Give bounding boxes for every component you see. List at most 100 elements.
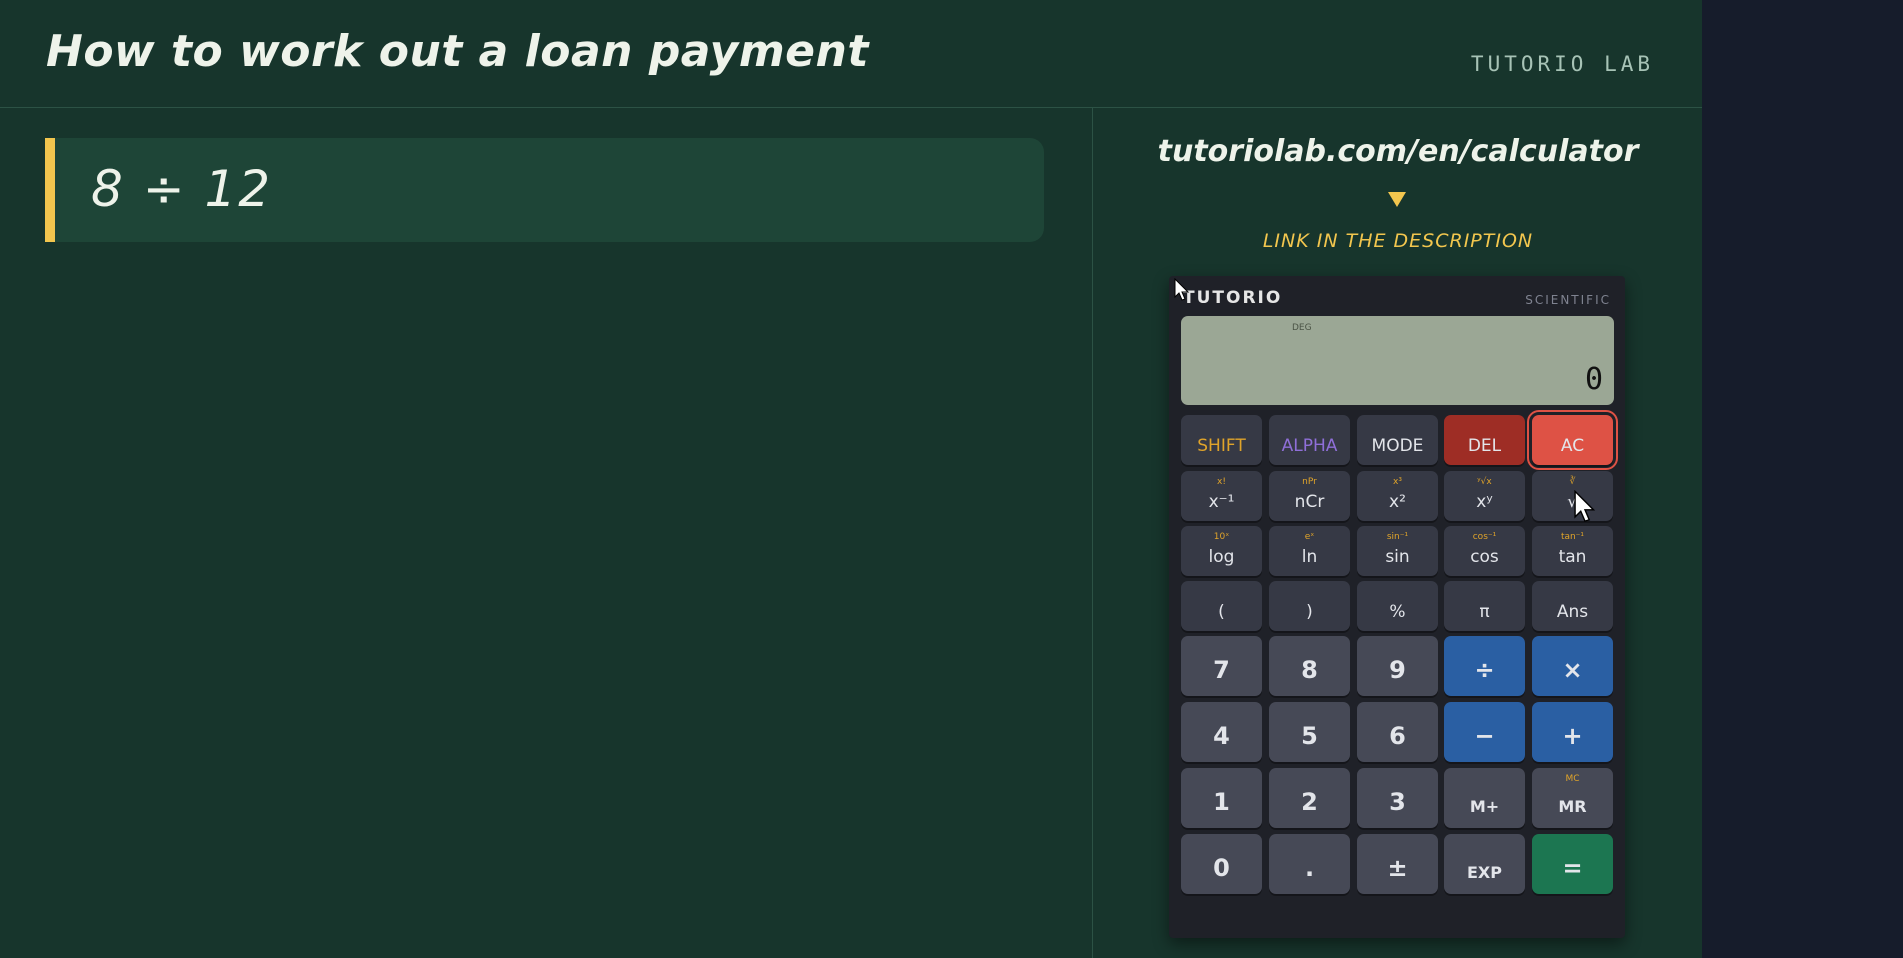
right-margin — [1702, 0, 1903, 958]
key-label: EXP — [1467, 863, 1502, 882]
key-label: MR — [1558, 797, 1587, 816]
panel-divider — [1092, 108, 1093, 958]
key-close-paren[interactable]: ) — [1269, 581, 1350, 631]
key-shift-label: ʸ√x — [1477, 477, 1492, 487]
key-label: M+ — [1469, 797, 1500, 816]
link-note: LINK IN THE DESCRIPTION — [1262, 230, 1534, 252]
lesson-board: How to work out a loan payment TUTORIO L… — [0, 0, 1702, 958]
key-pi[interactable]: π — [1444, 581, 1525, 631]
key-open-paren[interactable]: ( — [1181, 581, 1262, 631]
key-cos[interactable]: cos⁻¹ cos — [1444, 526, 1525, 576]
key-label: 1 — [1213, 788, 1230, 816]
key-digit-8[interactable]: 8 — [1269, 636, 1350, 696]
brand-logo: TUTORIO LAB — [1470, 52, 1654, 76]
key-memory-recall[interactable]: MC MR — [1532, 768, 1613, 828]
key-label: − — [1474, 722, 1495, 750]
key-reciprocal[interactable]: x! x⁻¹ — [1181, 471, 1262, 521]
key-ln[interactable]: eˣ ln — [1269, 526, 1350, 576]
key-label: 8 — [1301, 656, 1318, 684]
key-label: Ans — [1556, 602, 1589, 622]
key-label: % — [1389, 602, 1406, 622]
key-shift-label: 10ˣ — [1213, 532, 1230, 542]
key-label: 7 — [1213, 656, 1230, 684]
key-label: cos — [1470, 547, 1499, 567]
key-label: + — [1562, 722, 1583, 750]
key-label: tan — [1558, 547, 1587, 567]
calculator-brand: TUTORIO — [1183, 288, 1283, 308]
key-square[interactable]: x³ x² — [1357, 471, 1438, 521]
key-label: 5 — [1301, 722, 1318, 750]
key-label: ± — [1387, 854, 1408, 882]
key-shift-label: MC — [1565, 774, 1580, 784]
key-label: ( — [1218, 602, 1225, 622]
page-title: How to work out a loan payment — [46, 26, 869, 77]
key-memory-add[interactable]: M+ — [1444, 768, 1525, 828]
key-sin[interactable]: sin⁻¹ sin — [1357, 526, 1438, 576]
key-label: 6 — [1389, 722, 1406, 750]
key-label: AC — [1560, 436, 1585, 456]
key-label: sin — [1385, 547, 1410, 567]
key-shift-label: cos⁻¹ — [1472, 532, 1497, 542]
key-shift-label: eˣ — [1304, 532, 1315, 542]
key-minus[interactable]: − — [1444, 702, 1525, 762]
angle-unit-indicator: DEG — [1292, 323, 1312, 333]
mouse-pointer-icon — [1174, 278, 1190, 301]
key-label: = — [1562, 854, 1583, 882]
key-power[interactable]: ʸ√x xʸ — [1444, 471, 1525, 521]
key-equals[interactable]: = — [1532, 834, 1613, 894]
key-mode[interactable]: MODE — [1357, 415, 1438, 465]
key-label: 2 — [1301, 788, 1318, 816]
keypad: SHIFT ALPHA MODE DEL AC x! x⁻¹ nPr nCr x³ x² ʸ√x xʸ ∛… — [1181, 410, 1618, 925]
key-label: 0 — [1213, 854, 1230, 882]
key-divide[interactable]: ÷ — [1444, 636, 1525, 696]
key-all-clear[interactable]: AC — [1527, 410, 1618, 470]
key-digit-3[interactable]: 3 — [1357, 768, 1438, 828]
header: How to work out a loan payment TUTORIO L… — [0, 0, 1702, 108]
key-shift-label: sin⁻¹ — [1386, 532, 1409, 542]
key-tan[interactable]: tan⁻¹ tan — [1532, 526, 1613, 576]
key-shift-label: ∛ — [1569, 477, 1576, 487]
key-decimal[interactable]: . — [1269, 834, 1350, 894]
key-digit-6[interactable]: 6 — [1357, 702, 1438, 762]
key-ans[interactable]: Ans — [1532, 581, 1613, 631]
key-ncr[interactable]: nPr nCr — [1269, 471, 1350, 521]
key-label: x² — [1389, 492, 1406, 512]
key-label: SHIFT — [1197, 436, 1246, 456]
key-label: DEL — [1467, 436, 1502, 456]
key-label: x⁻¹ — [1208, 492, 1235, 512]
key-label: ln — [1301, 547, 1318, 567]
key-label: 3 — [1389, 788, 1406, 816]
key-label: nCr — [1294, 492, 1325, 512]
key-digit-7[interactable]: 7 — [1181, 636, 1262, 696]
calculator-mode-label: SCIENTIFIC — [1525, 293, 1611, 307]
mouse-pointer-icon — [1574, 490, 1596, 523]
key-label: ) — [1306, 602, 1313, 622]
key-delete[interactable]: DEL — [1444, 415, 1525, 465]
calculator-url: tutoriolab.com/en/calculator — [1157, 134, 1639, 169]
key-label: π — [1479, 602, 1490, 622]
equation-text: 8 ÷ 12 — [91, 160, 273, 218]
key-exp[interactable]: EXP — [1444, 834, 1525, 894]
key-shift[interactable]: SHIFT — [1181, 415, 1262, 465]
arrow-down-icon — [1388, 192, 1406, 207]
key-plus[interactable]: + — [1532, 702, 1613, 762]
key-negate[interactable]: ± — [1357, 834, 1438, 894]
key-digit-4[interactable]: 4 — [1181, 702, 1262, 762]
equation-box: 8 ÷ 12 — [45, 138, 1044, 242]
key-digit-1[interactable]: 1 — [1181, 768, 1262, 828]
calculator: TUTORIO SCIENTIFIC DEG 0 SHIFT ALPHA MODE D… — [1169, 276, 1625, 938]
key-label: MODE — [1371, 436, 1424, 456]
key-digit-9[interactable]: 9 — [1357, 636, 1438, 696]
key-digit-5[interactable]: 5 — [1269, 702, 1350, 762]
key-digit-2[interactable]: 2 — [1269, 768, 1350, 828]
key-percent[interactable]: % — [1357, 581, 1438, 631]
key-multiply[interactable]: × — [1532, 636, 1613, 696]
key-shift-label: nPr — [1302, 477, 1317, 487]
key-alpha[interactable]: ALPHA — [1269, 415, 1350, 465]
key-log[interactable]: 10ˣ log — [1181, 526, 1262, 576]
display-value: 0 — [1584, 362, 1603, 397]
key-label: ALPHA — [1281, 436, 1338, 456]
key-shift-label: x! — [1217, 477, 1226, 487]
key-digit-0[interactable]: 0 — [1181, 834, 1262, 894]
calculator-display: DEG 0 — [1181, 316, 1614, 405]
